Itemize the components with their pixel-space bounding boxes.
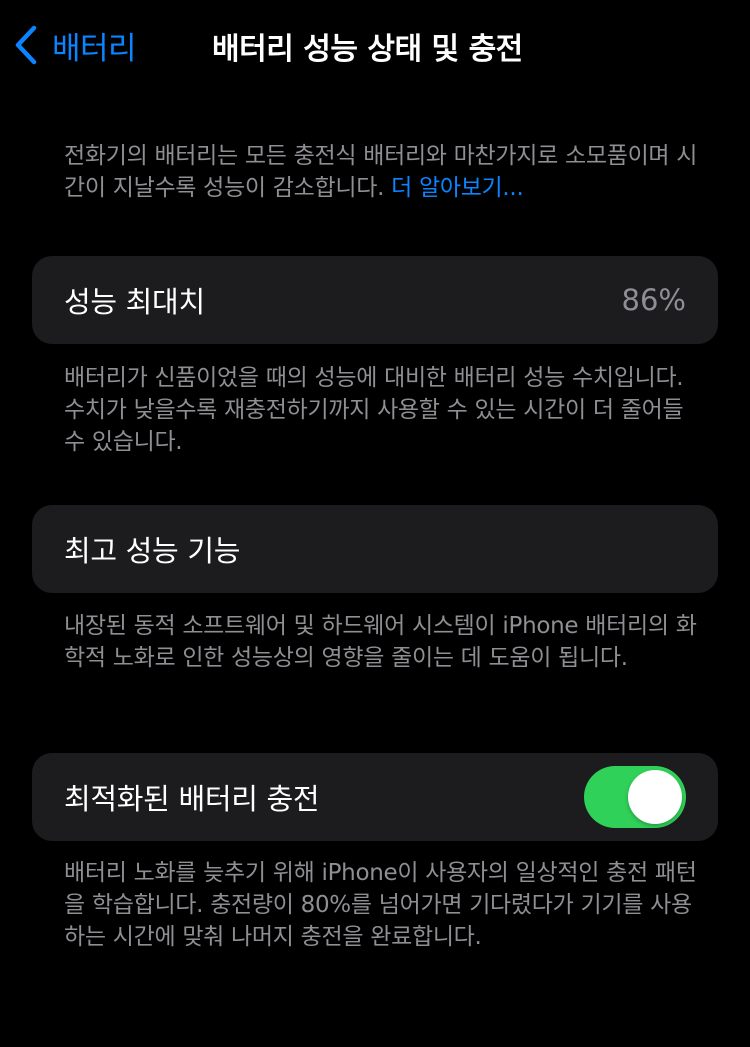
learn-more-link[interactable]: 더 알아보기... (391, 175, 524, 201)
intro-text: 전화기의 배터리는 모든 충전식 배터리와 마찬가지로 소모품이며 시간이 지날… (64, 143, 698, 201)
chevron-left-icon (15, 25, 37, 65)
back-button-label: 배터리 (52, 30, 137, 67)
optimized-charging-label: 최적화된 배터리 충전 (64, 782, 320, 816)
peak-performance-cell: 최고 성능 기능 (32, 505, 718, 593)
peak-performance-label: 최고 성능 기능 (64, 534, 241, 568)
optimized-charging-description: 배터리 노화를 늦추기 위해 iPhone이 사용자의 일상적인 충전 패턴을 … (64, 860, 697, 950)
back-button[interactable]: 배터리 (14, 22, 137, 68)
max-capacity-label: 성능 최대치 (64, 285, 205, 319)
optimized-charging-toggle[interactable] (584, 766, 686, 828)
navigation-bar: 배터리 배터리 성능 상태 및 충전 (0, 0, 750, 90)
max-capacity-description: 배터리가 신품이었을 때의 성능에 대비한 배터리 성능 수치입니다. 수치가 … (64, 365, 684, 455)
toggle-knob (628, 770, 682, 824)
page-title: 배터리 성능 상태 및 충전 (212, 32, 523, 67)
intro-description: 전화기의 배터리는 모든 충전식 배터리와 마찬가지로 소모품이며 시간이 지날… (64, 140, 704, 204)
peak-performance-description: 내장된 동적 소프트웨어 및 하드웨어 시스템이 iPhone 배터리의 화학적… (64, 613, 697, 671)
max-capacity-cell: 성능 최대치 86% (32, 256, 718, 344)
max-capacity-value: 86% (621, 283, 686, 317)
optimized-charging-cell: 최적화된 배터리 충전 (32, 753, 718, 841)
